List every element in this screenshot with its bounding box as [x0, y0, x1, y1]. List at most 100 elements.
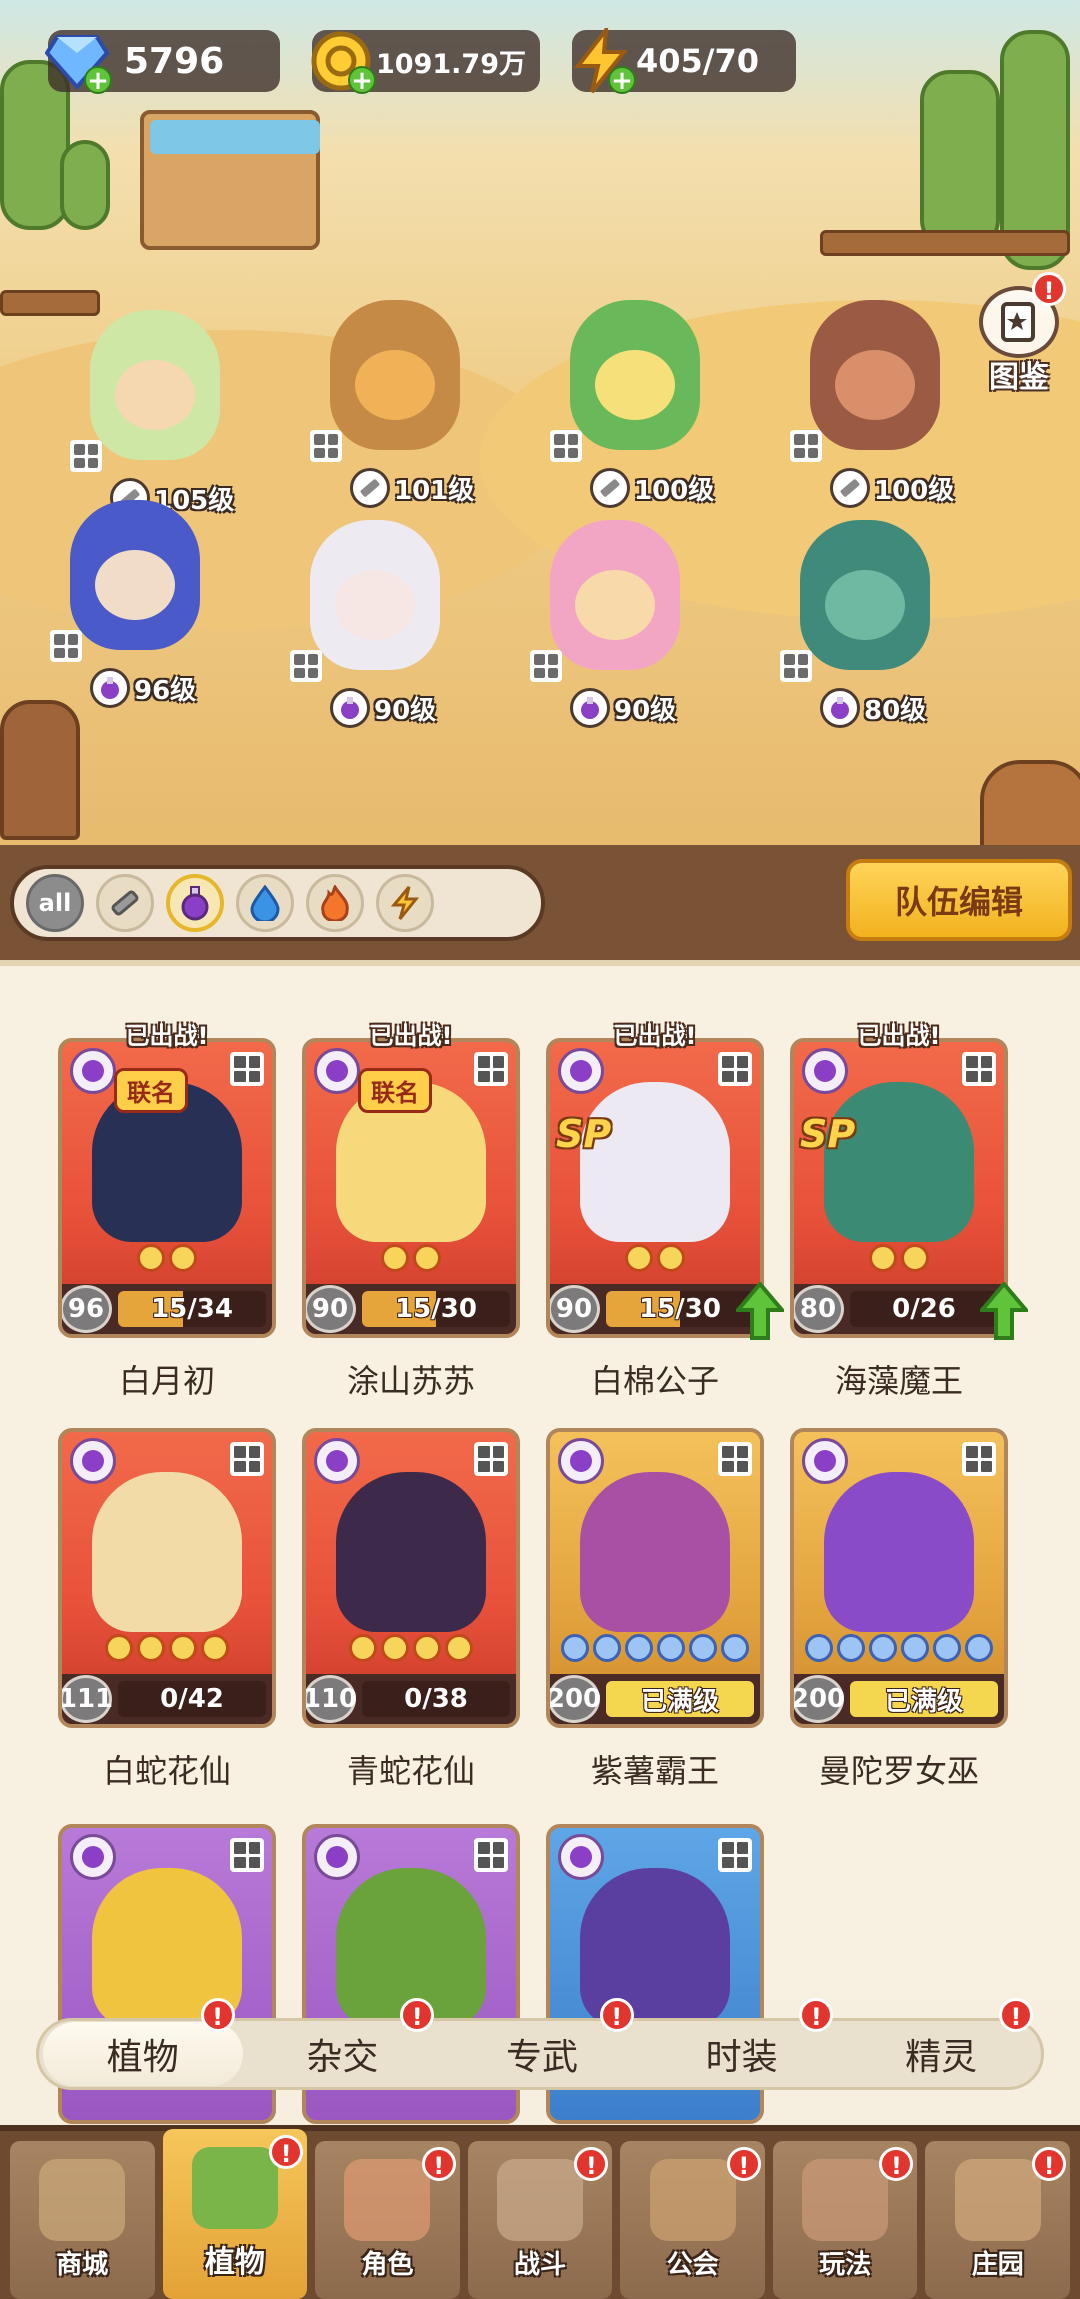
hero-unit[interactable]: 100级 — [540, 300, 720, 508]
album-button[interactable]: 图鉴 ! — [974, 272, 1066, 396]
star-icon — [381, 1244, 409, 1272]
card-level: 200 — [794, 1675, 845, 1723]
formation-grid-icon — [50, 630, 82, 662]
formation-grid-icon — [718, 1442, 752, 1476]
alert-badge: ! — [998, 1998, 1033, 2032]
sp-tag: SP — [556, 1112, 612, 1156]
upgrade-arrow-icon[interactable] — [733, 1280, 787, 1340]
card-level: 200 — [550, 1675, 601, 1723]
shard-progress-text: 15/34 — [151, 1294, 233, 1324]
formation-grid-icon — [790, 430, 822, 462]
card-footer: 96 15/34 — [62, 1284, 272, 1334]
energy-bar[interactable]: + 405/70 — [572, 28, 796, 94]
subtab-label: 专武 — [505, 2037, 578, 2078]
subtab-label: 精灵 — [905, 2037, 978, 2078]
coins-bar[interactable]: + 1091.79万 — [311, 30, 540, 94]
hero-level: 80级 — [820, 688, 936, 728]
star-rating — [62, 1244, 272, 1272]
potion-icon — [820, 688, 860, 728]
plant-card[interactable]: 联名 96 15/34 已出战! 白月初 — [58, 1022, 276, 1400]
alert-badge: ! — [726, 2147, 761, 2181]
potion-icon — [70, 1048, 116, 1094]
filter-all[interactable]: all — [26, 874, 84, 932]
plant-card[interactable]: 200 已满级 紫薯霸王 — [546, 1428, 764, 1790]
hero-unit[interactable]: 80级 — [770, 520, 950, 728]
plant-card[interactable]: 111 0/42 白蛇花仙 — [58, 1428, 276, 1790]
nav-label: 植物 — [204, 2245, 265, 2280]
filter-potion[interactable] — [166, 874, 224, 932]
star-icon — [657, 1244, 685, 1272]
star-icon — [625, 1244, 653, 1272]
shard-progress-text: 15/30 — [395, 1294, 477, 1324]
upgrade-arrow-icon[interactable] — [977, 1280, 1031, 1340]
shard-progress-text: 0/42 — [160, 1684, 224, 1714]
plant-portrait — [580, 1082, 730, 1242]
star-icon — [445, 1634, 473, 1662]
subtab[interactable]: 杂交! — [243, 1998, 443, 2086]
plant-name: 曼陀罗女巫 — [818, 1752, 979, 1790]
hero-unit[interactable]: 101级 — [300, 300, 480, 508]
shard-progress-text: 已满级 — [640, 1686, 719, 1717]
hero-unit[interactable]: 100级 — [780, 300, 960, 508]
formation-grid-icon — [290, 650, 322, 682]
team-edit-button[interactable]: 队伍编辑 — [846, 859, 1072, 941]
star-rating — [550, 1634, 760, 1662]
star-rating — [550, 1244, 760, 1272]
nav-battle[interactable]: 战斗! — [467, 2141, 613, 2299]
star-icon — [137, 1244, 165, 1272]
filter-sword[interactable] — [96, 874, 154, 932]
nav-gameplay[interactable]: 玩法! — [772, 2141, 918, 2299]
plant-name: 青蛇花仙 — [346, 1752, 475, 1790]
subtab[interactable]: 精灵! — [841, 1998, 1041, 2086]
hero-level: 101级 — [350, 468, 484, 508]
star-icon — [837, 1634, 865, 1662]
potion-icon — [558, 1438, 604, 1484]
potion-icon — [70, 1834, 116, 1880]
shard-progress-bar: 15/34 — [118, 1291, 266, 1327]
plant-card-frame: 联名 90 15/30 — [302, 1038, 520, 1338]
nav-manor[interactable]: 庄园! — [925, 2141, 1071, 2299]
deployed-label: 已出战! — [613, 1022, 697, 1050]
potion-icon — [314, 1438, 360, 1484]
nav-plants[interactable]: 植物! — [162, 2129, 308, 2299]
water-drop-icon — [250, 885, 280, 921]
shard-progress-bar: 已满级 — [606, 1681, 754, 1717]
potion-icon — [558, 1048, 604, 1094]
plant-card[interactable]: 110 0/38 青蛇花仙 — [302, 1428, 520, 1790]
subtab[interactable]: 时装! — [642, 1998, 842, 2086]
plant-card-frame: 111 0/42 — [58, 1428, 276, 1728]
subtab[interactable]: 植物! — [43, 1998, 243, 2086]
filter-water[interactable] — [236, 874, 294, 932]
gems-bar[interactable]: + 5796 — [45, 30, 280, 94]
shard-progress-text: 已满级 — [884, 1686, 963, 1717]
hero-unit[interactable]: 96级 — [40, 500, 220, 708]
star-icon — [169, 1634, 197, 1662]
add-gems-button[interactable]: + — [84, 66, 112, 94]
add-energy-button[interactable]: + — [608, 66, 636, 94]
cactus-decoration — [920, 70, 1000, 250]
filter-lightning[interactable] — [376, 874, 434, 932]
star-rating — [794, 1634, 1004, 1662]
nav-character[interactable]: 角色! — [315, 2141, 460, 2299]
plant-card[interactable]: 200 已满级曼陀罗女巫 — [790, 1428, 1008, 1790]
plant-card[interactable]: SP 90 15/30 已出战! 白棉公子 — [546, 1022, 787, 1400]
hero-level: 90级 — [570, 688, 686, 728]
plant-name: 白月初 — [118, 1362, 215, 1400]
formation-grid-icon — [230, 1442, 264, 1476]
shop-icon — [39, 2159, 126, 2241]
nav-guild[interactable]: 公会! — [620, 2141, 765, 2299]
add-coins-button[interactable]: + — [348, 66, 376, 94]
hero-unit[interactable]: 90级 — [280, 520, 460, 728]
sword-icon — [590, 468, 630, 508]
shard-progress-text: 0/26 — [892, 1294, 956, 1324]
star-icon — [413, 1244, 441, 1272]
plant-card[interactable]: 联名 90 15/30 已出战! 涂山苏苏 — [302, 1022, 520, 1400]
hero-unit[interactable]: 90级 — [520, 520, 700, 728]
subtab[interactable]: 专武! — [442, 1998, 642, 2086]
hero-unit[interactable]: 105级 — [60, 310, 240, 518]
formation-grid-icon — [962, 1442, 996, 1476]
nav-shop[interactable]: 商城 — [10, 2141, 155, 2299]
filter-fire[interactable] — [306, 874, 364, 932]
plant-card[interactable]: SP 80 0/26 已出战! 海藻魔王 — [790, 1022, 1031, 1400]
pot-decoration — [980, 760, 1080, 845]
